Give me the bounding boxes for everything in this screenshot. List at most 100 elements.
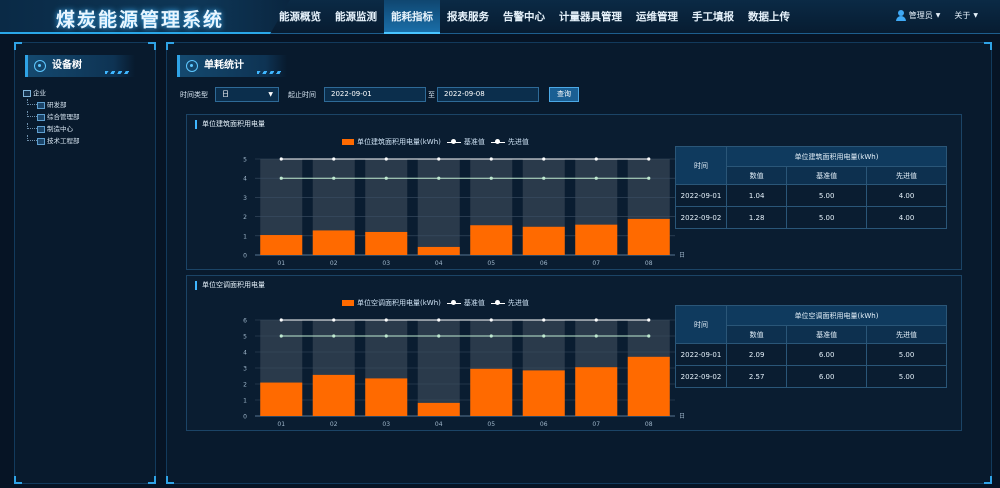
chart-building-electricity: 01234501 02 03 04 05 06 07 08日 <box>243 157 685 268</box>
x-tick-label: 07 <box>592 260 600 267</box>
series-point <box>647 157 651 161</box>
x-axis-label: 日 <box>679 413 685 420</box>
legend-item[interactable]: 先进值 <box>490 137 529 147</box>
bar <box>522 370 565 416</box>
tree-node[interactable]: 综合管理部 <box>23 111 80 123</box>
series-point <box>332 334 336 338</box>
table-header-advanced: 先进值 <box>866 166 947 185</box>
time-type-select[interactable]: 日 ▼ <box>215 87 279 102</box>
user-icon <box>895 10 906 21</box>
table-row: 2022-09-01 1.04 5.00 4.00 <box>675 184 947 207</box>
x-tick-label: 06 <box>540 421 548 428</box>
y-tick-label: 5 <box>243 157 247 164</box>
bar <box>627 356 670 416</box>
x-tick-label: 05 <box>487 421 495 428</box>
bar <box>312 374 355 416</box>
series-point <box>437 176 441 180</box>
bar <box>417 246 460 255</box>
series-point <box>647 334 651 338</box>
series-point <box>279 157 283 161</box>
filter-bar: 时间类型 日 ▼ 起止时间 2022-09-01 至 2022-09-08 查询 <box>180 87 579 102</box>
legend-item[interactable]: 先进值 <box>490 298 529 308</box>
bar <box>627 218 670 255</box>
y-tick-label: 4 <box>243 350 247 357</box>
tree-node[interactable]: 研发部 <box>23 99 80 111</box>
y-tick-label: 3 <box>243 366 247 373</box>
series-point <box>279 334 283 338</box>
x-tick-label: 03 <box>382 421 390 428</box>
nav-item-operations[interactable]: 运维管理 <box>629 0 685 34</box>
tree-node-root[interactable]: 企业 <box>23 87 80 99</box>
legend-item[interactable]: 单位建筑面积用电量(kWh) <box>342 137 441 147</box>
main-panel: 单耗统计 时间类型 日 ▼ 起止时间 2022-09-01 至 2022-09-… <box>166 42 992 484</box>
series-point <box>384 318 388 322</box>
y-tick-label: 2 <box>243 382 247 389</box>
table-header-group: 单位空调面积用电量(kWh) <box>726 305 947 326</box>
nav-item-alarms[interactable]: 告警中心 <box>496 0 552 34</box>
nav-item-reports[interactable]: 报表服务 <box>440 0 496 34</box>
tree-node[interactable]: 技术工程部 <box>23 135 80 147</box>
chart-section-building: 单位建筑面积用电量 单位建筑面积用电量(kWh) 基准值 先进值 0123450… <box>186 114 962 270</box>
x-tick-label: 03 <box>382 260 390 267</box>
nav-item-meters[interactable]: 计量器具管理 <box>552 0 629 34</box>
chart-legend: 单位空调面积用电量(kWh) 基准值 先进值 <box>342 298 529 308</box>
series-point <box>542 334 546 338</box>
x-tick-label: 05 <box>487 260 495 267</box>
folder-icon <box>23 89 31 97</box>
data-table-aircon: 时间 单位空调面积用电量(kWh) 数值 基准值 先进值 2022-09-01 … <box>675 305 947 388</box>
target-icon <box>34 60 46 72</box>
nav-item-overview[interactable]: 能源概览 <box>272 0 328 34</box>
legend-item[interactable]: 基准值 <box>446 137 485 147</box>
x-axis-label: 日 <box>679 252 685 259</box>
start-date-input[interactable]: 2022-09-01 <box>324 87 426 102</box>
series-point <box>437 334 441 338</box>
chart-section-aircon: 单位空调面积用电量 单位空调面积用电量(kWh) 基准值 先进值 0123456… <box>186 275 962 431</box>
nav-item-manual-entry[interactable]: 手工填报 <box>685 0 741 34</box>
series-point <box>489 176 493 180</box>
about-menu[interactable]: 关于 ▼ <box>954 10 978 21</box>
end-date-input[interactable]: 2022-09-08 <box>437 87 539 102</box>
bar <box>312 230 355 255</box>
y-tick-label: 3 <box>243 195 247 202</box>
nav-item-indicators[interactable]: 能耗指标 <box>384 0 440 34</box>
nav-item-data-upload[interactable]: 数据上传 <box>741 0 797 34</box>
nav-item-monitoring[interactable]: 能源监测 <box>328 0 384 34</box>
x-tick-label: 08 <box>645 421 653 428</box>
table-header-value: 数值 <box>725 325 788 344</box>
device-tree-panel: 设备树 企业 研发部 综合管理部 制造中心 技术工程部 <box>14 42 156 484</box>
y-tick-label: 1 <box>243 233 247 240</box>
department-icon <box>37 125 45 133</box>
series-point <box>279 318 283 322</box>
time-type-label: 时间类型 <box>180 90 208 99</box>
tree-node[interactable]: 制造中心 <box>23 123 80 135</box>
bar <box>365 231 408 255</box>
series-point <box>384 176 388 180</box>
range-label: 起止时间 <box>288 90 316 99</box>
bar <box>417 402 460 416</box>
x-tick-label: 04 <box>435 421 443 428</box>
x-tick-label: 02 <box>330 421 338 428</box>
query-button[interactable]: 查询 <box>549 87 579 102</box>
x-tick-label: 01 <box>277 260 285 267</box>
bar <box>365 378 408 416</box>
series-point <box>594 318 598 322</box>
series-point <box>489 157 493 161</box>
table-header-time: 时间 <box>675 305 727 344</box>
user-menu[interactable]: 管理员 ▼ <box>895 10 940 21</box>
section-title: 单位空调面积用电量 <box>195 281 265 290</box>
y-tick-label: 5 <box>243 334 247 341</box>
legend-item[interactable]: 基准值 <box>446 298 485 308</box>
series-point <box>384 157 388 161</box>
chevron-down-icon: ▼ <box>973 12 978 19</box>
y-tick-label: 6 <box>243 318 247 325</box>
bar <box>575 367 618 416</box>
series-point <box>332 157 336 161</box>
table-header-base: 基准值 <box>786 325 868 344</box>
legend-item[interactable]: 单位空调面积用电量(kWh) <box>342 298 441 308</box>
x-tick-label: 07 <box>592 421 600 428</box>
y-tick-label: 0 <box>243 414 247 421</box>
table-row: 2022-09-02 1.28 5.00 4.00 <box>675 206 947 229</box>
x-tick-label: 06 <box>540 260 548 267</box>
bar-background <box>417 159 460 255</box>
table-header-value: 数值 <box>725 166 788 185</box>
